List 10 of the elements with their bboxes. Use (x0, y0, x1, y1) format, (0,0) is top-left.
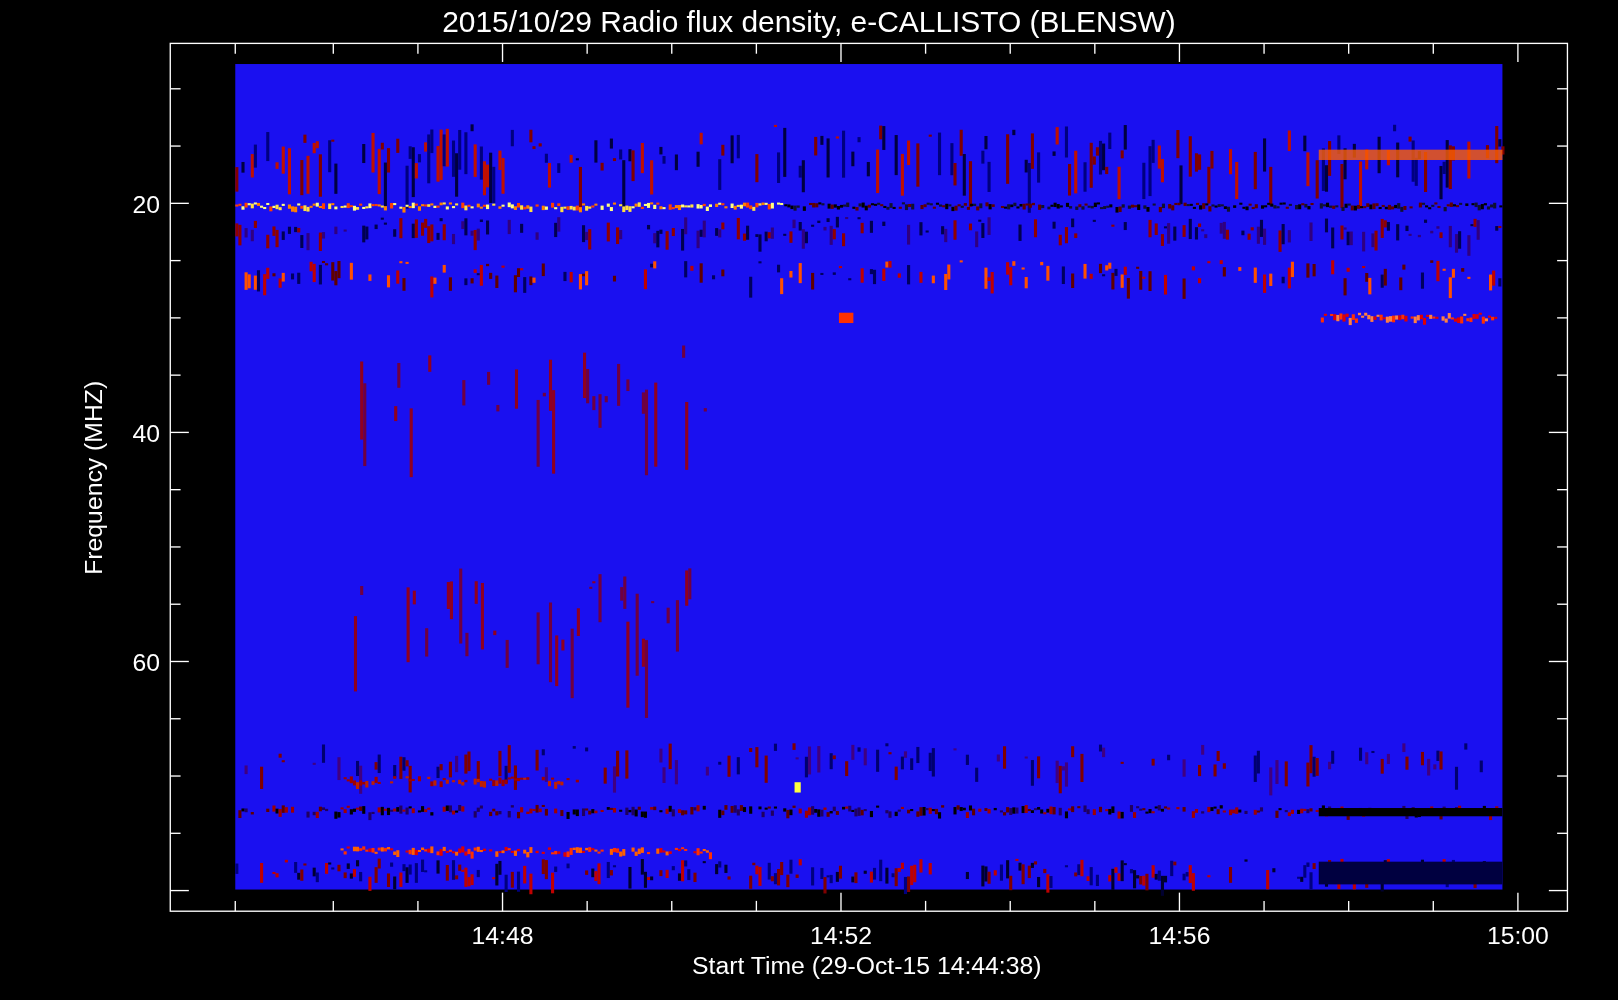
x-tick-label: 14:56 (1148, 922, 1211, 950)
chart-title: 2015/10/29 Radio flux density, e-CALLISTO (BLENSW) (442, 5, 1176, 39)
x-tick-label: 14:52 (810, 922, 872, 950)
y-tick-label: 60 (132, 648, 160, 676)
x-axis-label: Start Time (29-Oct-15 14:44:38) (692, 952, 1042, 980)
x-tick-label: 15:00 (1486, 922, 1549, 950)
x-tick-label: 14:48 (471, 922, 534, 950)
y-tick-label: 40 (132, 419, 160, 447)
y-tick-label: 20 (132, 190, 160, 218)
y-axis-label: Frequency (MHZ) (80, 380, 108, 575)
